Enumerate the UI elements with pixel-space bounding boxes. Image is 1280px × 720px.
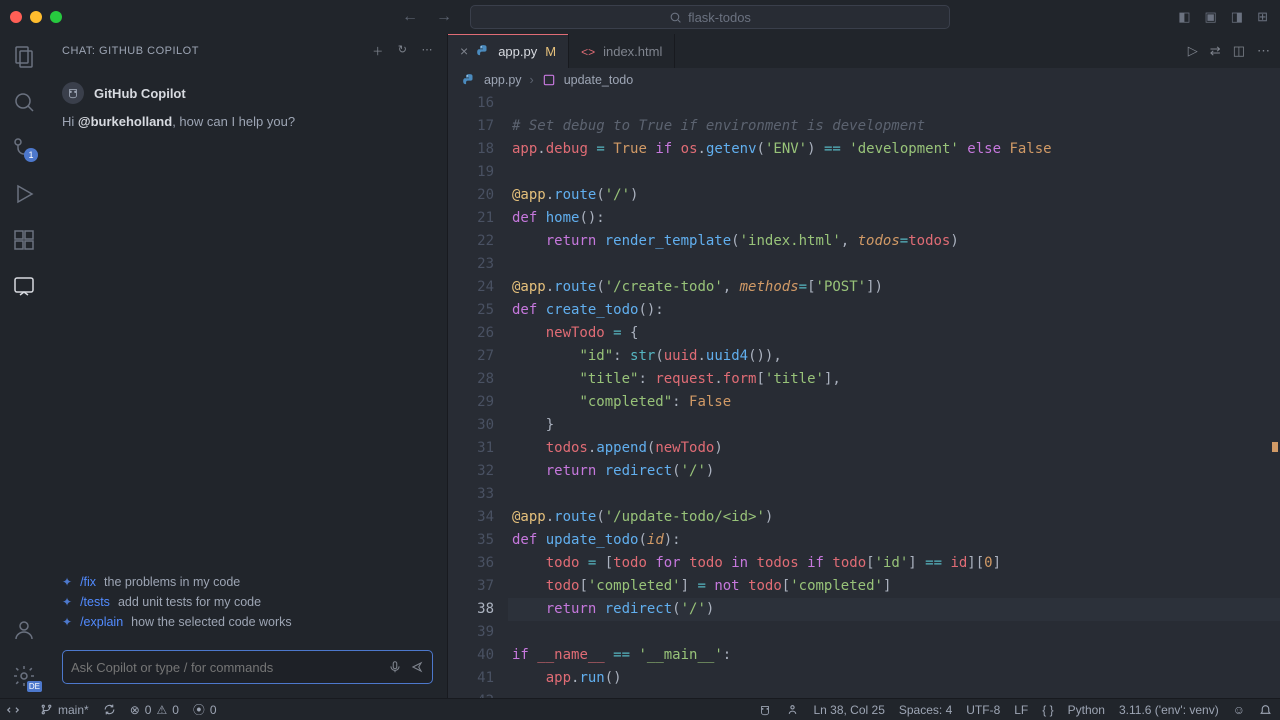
language-mode[interactable]: Python	[1068, 703, 1105, 717]
extensions-icon[interactable]	[12, 228, 36, 252]
bot-name: GitHub Copilot	[94, 86, 186, 101]
search-icon	[669, 11, 682, 24]
tab-app-py[interactable]: × app.py M	[448, 34, 569, 68]
file-type-icon	[476, 44, 490, 58]
mic-icon[interactable]	[388, 660, 402, 674]
minimap-marker	[1272, 442, 1278, 452]
new-chat-icon[interactable]: ＋	[372, 43, 384, 59]
breadcrumb[interactable]: app.py › update_todo	[448, 68, 1280, 92]
close-window[interactable]	[10, 11, 22, 23]
layout-panel-icon[interactable]: ▣	[1205, 9, 1217, 25]
broadcast-icon: ⦿	[193, 701, 205, 718]
modified-indicator: M	[545, 44, 556, 59]
breadcrumb-sep: ›	[530, 73, 534, 87]
sparkle-icon: ✦	[62, 575, 72, 589]
window-controls	[10, 11, 62, 23]
nav-back-icon[interactable]: ←	[402, 8, 418, 26]
editor-area: × app.py M <> index.html ▷ ⇄ ◫ ⋯ app.py › u…	[448, 34, 1280, 698]
search-placeholder: flask-todos	[688, 10, 751, 25]
breadcrumb-symbol: update_todo	[564, 73, 634, 87]
chat-text-input[interactable]	[71, 660, 380, 675]
statusbar: main* ⊗0 ⚠0 ⦿0 Ln 38, Col 25 Spaces: 4 U…	[0, 698, 1280, 720]
chat-header: CHAT: GITHUB COPILOT ＋ ↻ ⋯	[48, 34, 447, 68]
problems-indicator[interactable]: ⊗0 ⚠0	[130, 703, 179, 717]
nav-arrows: ← →	[402, 8, 452, 26]
branch-indicator[interactable]: main*	[40, 703, 89, 717]
warning-icon: ⚠	[156, 703, 167, 717]
chat-body: GitHub Copilot Hi @burkeholland, how can…	[48, 68, 447, 572]
notifications-icon[interactable]	[1259, 703, 1272, 716]
suggestion-text: add unit tests for my code	[118, 595, 261, 609]
indentation[interactable]: Spaces: 4	[899, 703, 952, 717]
compare-icon[interactable]: ⇄	[1210, 43, 1221, 59]
copilot-status-icon[interactable]	[758, 703, 772, 717]
remote-indicator[interactable]	[0, 699, 26, 720]
history-icon[interactable]: ↻	[398, 43, 408, 59]
layout-customize-icon[interactable]: ⊞	[1257, 9, 1268, 25]
command-center[interactable]: flask-todos	[470, 5, 950, 29]
tab-filename: app.py	[498, 44, 537, 59]
explorer-icon[interactable]	[12, 44, 36, 68]
tab-filename: index.html	[603, 44, 662, 59]
encoding[interactable]: UTF-8	[966, 703, 1000, 717]
suggestion-text: the problems in my code	[104, 575, 240, 589]
layout-sidebar-right-icon[interactable]: ◨	[1231, 9, 1243, 25]
chat-suggestion[interactable]: ✦ /tests add unit tests for my code	[62, 592, 433, 612]
search-activity-icon[interactable]	[12, 90, 36, 114]
maximize-window[interactable]	[50, 11, 62, 23]
eol[interactable]: LF	[1014, 703, 1028, 717]
settings-gear-icon[interactable]: DE	[12, 664, 36, 688]
live-share-icon[interactable]	[786, 703, 799, 716]
python-file-icon	[462, 73, 476, 87]
more-icon[interactable]: ⋯	[422, 43, 434, 59]
titlebar: ← → flask-todos ◧ ▣ ◨ ⊞	[0, 0, 1280, 34]
code-editor[interactable]: 1617181920212223242526272829303132333435…	[448, 92, 1280, 698]
chat-title: CHAT: GITHUB COPILOT	[62, 45, 199, 57]
sparkle-icon: ✦	[62, 595, 72, 609]
tab-close-icon[interactable]: ×	[460, 43, 468, 59]
chat-sidebar: CHAT: GITHUB COPILOT ＋ ↻ ⋯ GitHub Copilo…	[48, 34, 448, 698]
run-debug-icon[interactable]	[12, 182, 36, 206]
brackets-icon[interactable]: { }	[1042, 703, 1053, 717]
sync-indicator[interactable]	[103, 703, 116, 716]
error-icon: ⊗	[130, 703, 140, 717]
source-control-icon[interactable]: 1	[12, 136, 36, 160]
minimize-window[interactable]	[30, 11, 42, 23]
feedback-icon[interactable]: ☺	[1233, 703, 1245, 717]
run-icon[interactable]: ▷	[1188, 43, 1198, 59]
ports-indicator[interactable]: ⦿0	[193, 701, 217, 718]
suggestion-text: how the selected code works	[131, 615, 292, 629]
scm-badge: 1	[24, 148, 38, 162]
breadcrumb-file: app.py	[484, 73, 522, 87]
layout-sidebar-left-icon[interactable]: ◧	[1178, 9, 1190, 25]
tab-index-html[interactable]: <> index.html	[569, 34, 675, 68]
git-branch-icon	[40, 703, 53, 716]
symbol-function-icon	[542, 73, 556, 87]
sparkle-icon: ✦	[62, 615, 72, 629]
sync-icon	[103, 703, 116, 716]
copilot-avatar-icon	[62, 82, 84, 104]
suggestion-command: /fix	[80, 575, 96, 589]
file-type-icon: <>	[581, 44, 595, 59]
suggestion-command: /tests	[80, 595, 110, 609]
settings-badge: DE	[27, 681, 42, 692]
activity-bar: 1 DE	[0, 34, 48, 698]
chat-activity-icon[interactable]	[12, 274, 36, 298]
split-editor-icon[interactable]: ◫	[1233, 43, 1245, 59]
chat-suggestion[interactable]: ✦ /explain how the selected code works	[62, 612, 433, 632]
chat-suggestion[interactable]: ✦ /fix the problems in my code	[62, 572, 433, 592]
send-icon[interactable]	[410, 660, 424, 674]
chat-greeting: Hi @burkeholland, how can I help you?	[62, 110, 433, 129]
nav-forward-icon[interactable]: →	[436, 8, 452, 26]
editor-tabs: × app.py M <> index.html ▷ ⇄ ◫ ⋯	[448, 34, 1280, 68]
tab-more-icon[interactable]: ⋯	[1257, 43, 1270, 59]
chat-input[interactable]	[62, 650, 433, 684]
chat-suggestions: ✦ /fix the problems in my code ✦ /tests add…	[48, 572, 447, 642]
python-interpreter[interactable]: 3.11.6 ('env': venv)	[1119, 703, 1219, 717]
account-icon[interactable]	[12, 618, 36, 642]
suggestion-command: /explain	[80, 615, 123, 629]
cursor-position[interactable]: Ln 38, Col 25	[813, 703, 884, 717]
titlebar-right: ◧ ▣ ◨ ⊞	[1178, 9, 1268, 25]
